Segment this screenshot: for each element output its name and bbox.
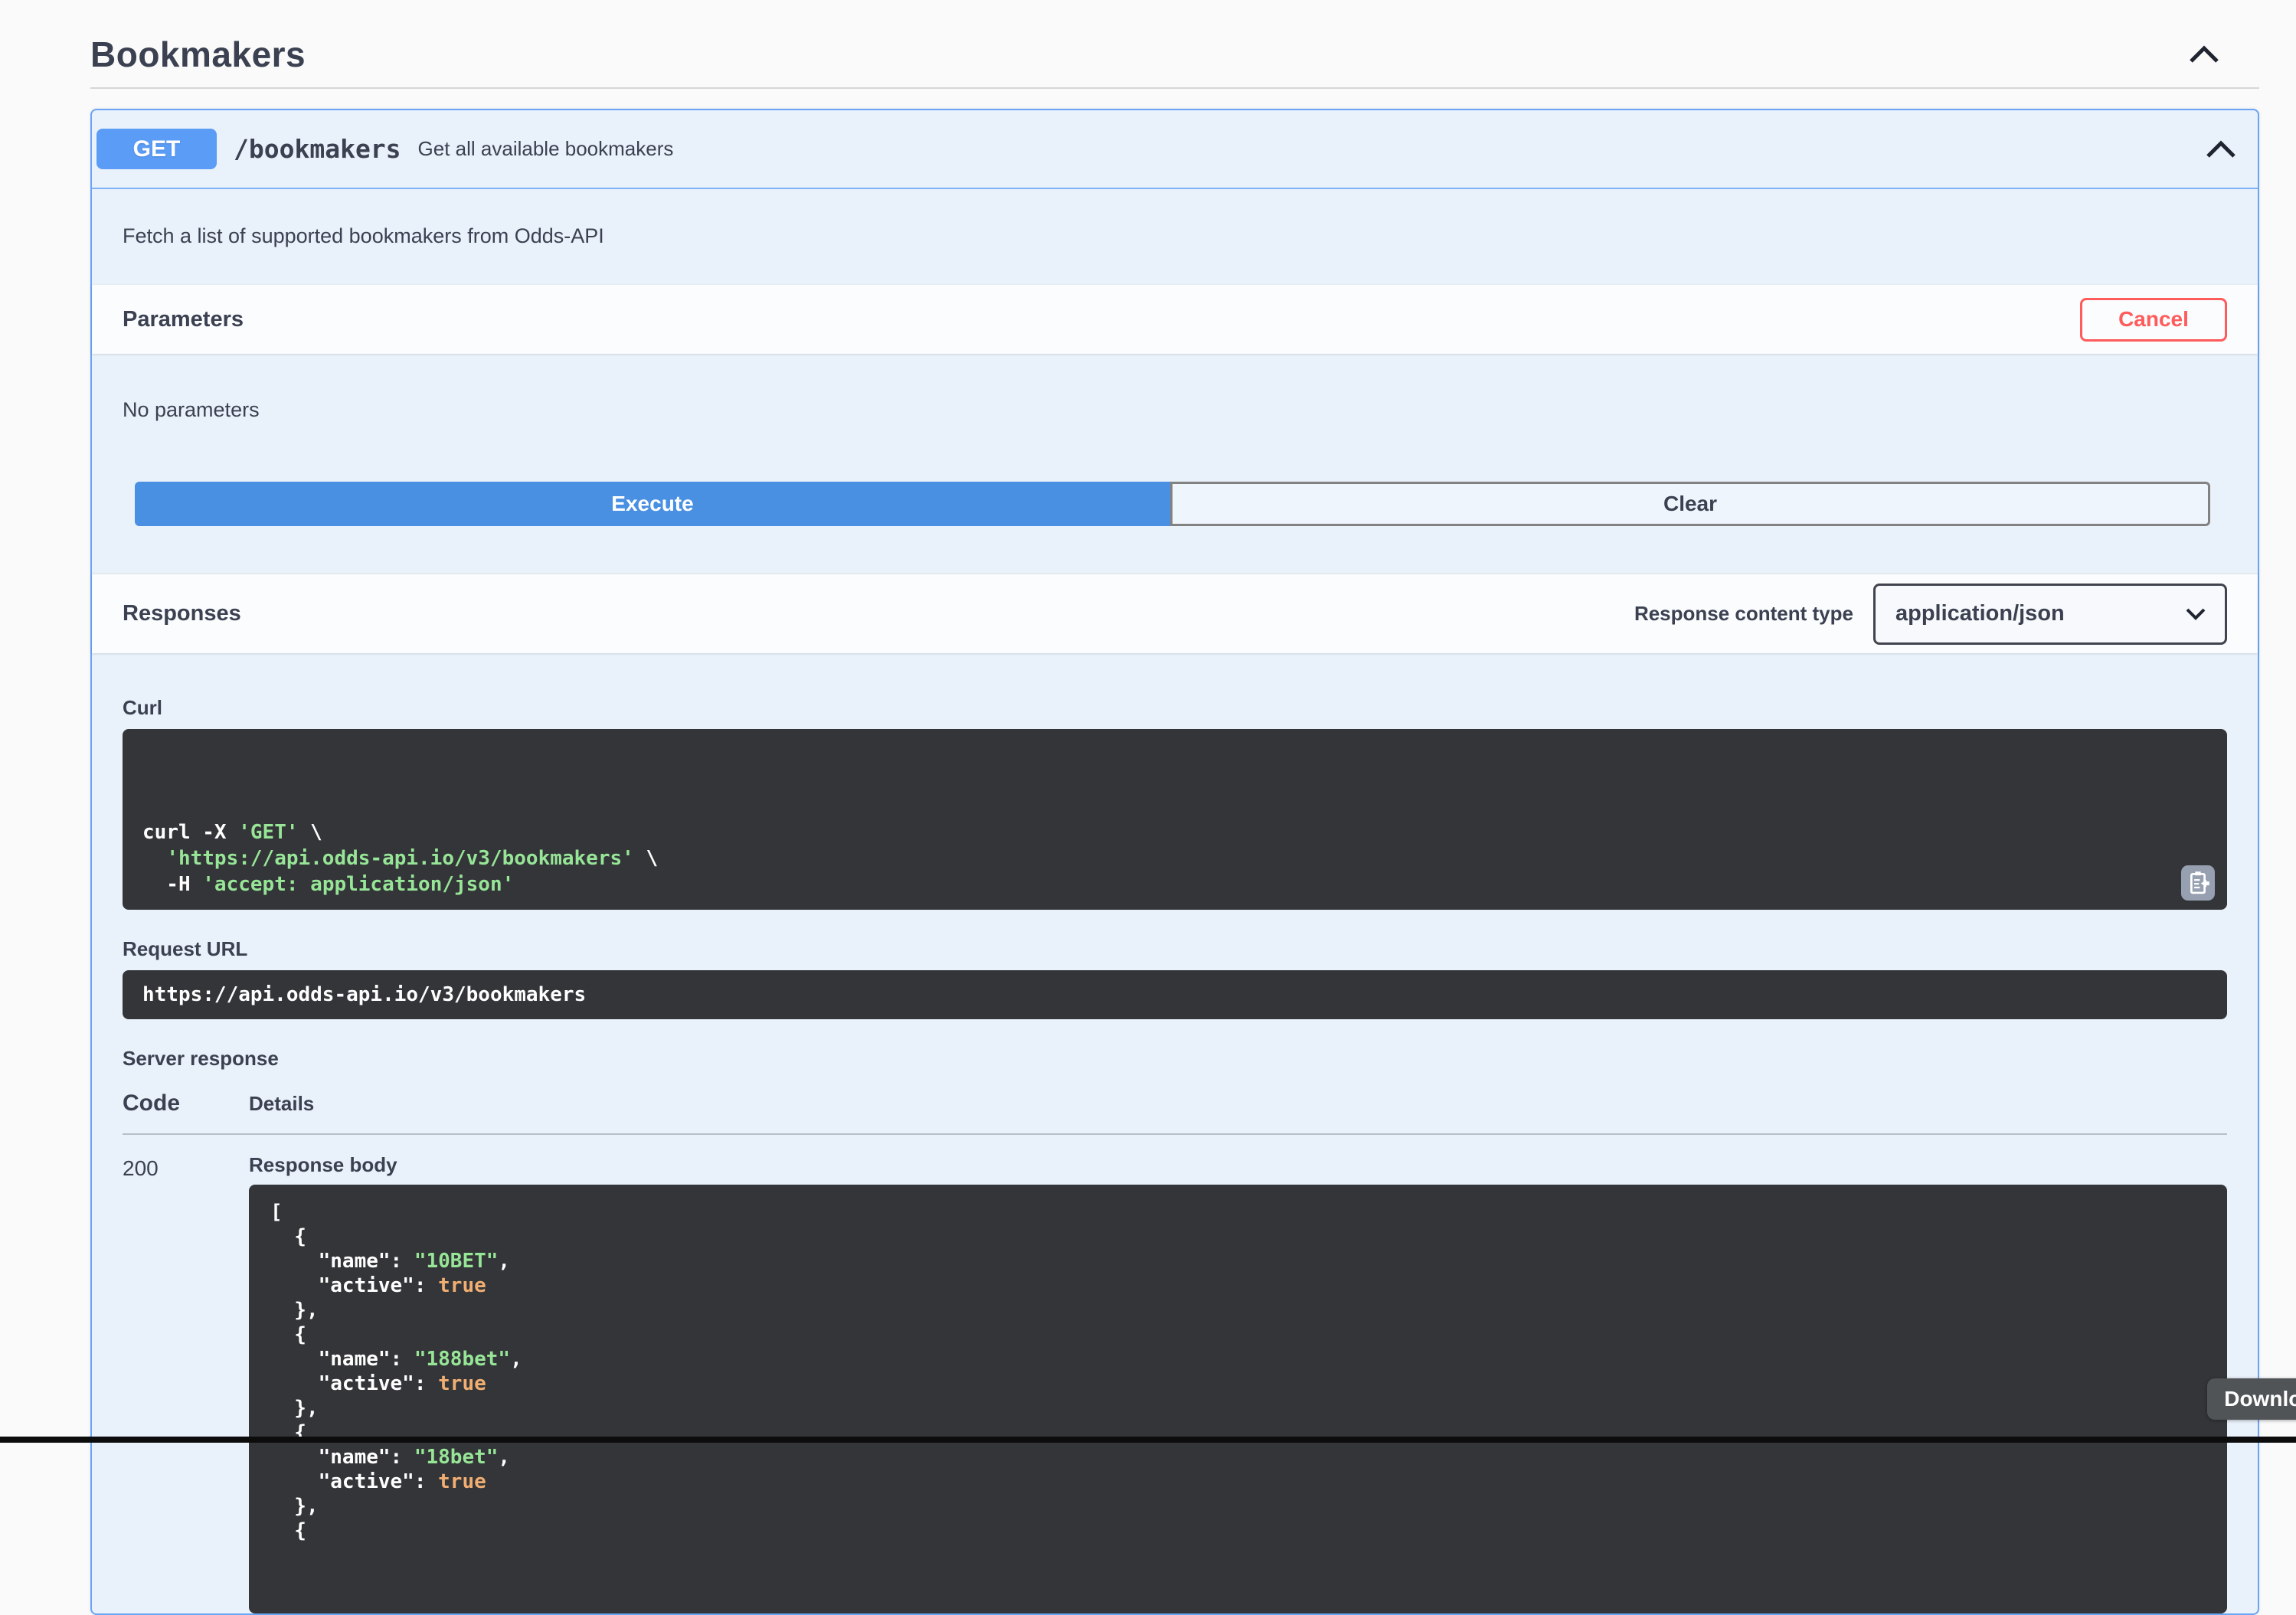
chevron-up-icon (2206, 139, 2235, 158)
viewport-bottom-strip (0, 1437, 2296, 1443)
get-bookmakers-opblock: GET /bookmakers Get all available bookma… (90, 109, 2259, 1615)
responses-header: Responses Response content type applicat… (92, 574, 2258, 653)
endpoint-description: Fetch a list of supported bookmakers fro… (123, 224, 604, 247)
responses-content: Curl curl -X 'GET' \ 'https://api.odds-a… (92, 696, 2258, 1613)
chevron-up-icon (2190, 45, 2219, 63)
response-row-200: 200 Response body [ { "name": "10BET", "… (123, 1153, 2227, 1613)
request-url-value: https://api.odds-api.io/v3/bookmakers (123, 970, 2227, 1019)
opblock-collapse-button[interactable] (2204, 139, 2238, 159)
clipboard-copy-icon (2190, 871, 2209, 894)
cancel-button[interactable]: Cancel (2080, 297, 2227, 342)
curl-command-block: curl -X 'GET' \ 'https://api.odds-api.io… (123, 729, 2227, 910)
response-body-label: Response body (249, 1153, 397, 1176)
download-button[interactable]: Download (2207, 1378, 2296, 1420)
section-collapse-button[interactable] (2187, 44, 2221, 64)
parameters-header: Parameters Cancel (92, 285, 2258, 354)
copy-to-clipboard-button[interactable] (2181, 865, 2215, 901)
request-url-label: Request URL (123, 937, 248, 960)
response-content-type-value: application/json (1895, 601, 2065, 626)
response-body-json: [ { "name": "10BET", "active": true }, {… (249, 1185, 2227, 1613)
section-title: Bookmakers (90, 34, 306, 74)
responses-title: Responses (123, 601, 241, 626)
response-table-divider (123, 1133, 2227, 1135)
clear-button[interactable]: Clear (1170, 482, 2210, 526)
response-table-head: Code Details (123, 1090, 2227, 1116)
response-details: Response body [ { "name": "10BET", "acti… (249, 1153, 2227, 1613)
response-content-type-select[interactable]: application/json (1873, 583, 2227, 645)
chevron-down-icon (2186, 608, 2206, 620)
bookmakers-section-header: Bookmakers (90, 0, 2259, 75)
execute-button[interactable]: Execute (135, 482, 1170, 526)
section-divider (90, 87, 2259, 89)
opblock-summary[interactable]: GET /bookmakers Get all available bookma… (92, 110, 2258, 189)
endpoint-path: /bookmakers (234, 134, 401, 164)
endpoint-summary: Get all available bookmakers (417, 137, 674, 160)
code-column-header: Code (123, 1090, 180, 1116)
details-column-header: Details (249, 1092, 315, 1115)
status-code: 200 (123, 1156, 159, 1180)
http-method-badge: GET (96, 129, 217, 169)
response-content-type-group: Response content type application/json (1634, 583, 2227, 645)
curl-label: Curl (123, 696, 162, 719)
server-response-label: Server response (123, 1047, 279, 1070)
response-content-type-label: Response content type (1634, 602, 1853, 625)
server-response-table: Code Details 200 Response body [ { "name… (123, 1090, 2227, 1613)
parameters-title: Parameters (123, 306, 244, 332)
swagger-page: Bookmakers GET /bookmakers Get all avail… (0, 0, 2296, 1615)
no-parameters-text: No parameters (123, 398, 260, 421)
execute-row: Execute Clear (135, 482, 2210, 526)
